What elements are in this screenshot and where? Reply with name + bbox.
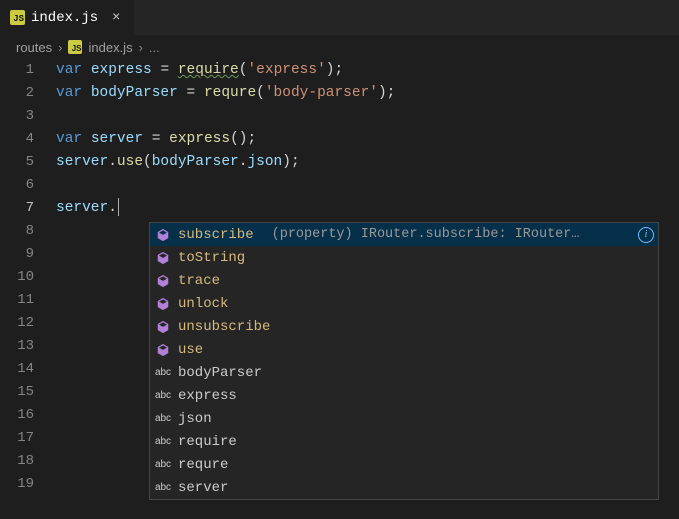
info-icon[interactable]: i (638, 227, 654, 243)
js-file-icon: JS (68, 40, 82, 54)
tab-bar: JS index.js × (0, 0, 679, 35)
chevron-right-icon: › (58, 40, 62, 55)
breadcrumb-item[interactable]: routes (16, 40, 52, 55)
suggest-detail: (property) IRouter.subscribe: IRouter… (272, 227, 632, 242)
method-icon (154, 249, 172, 267)
tab-label: index.js (31, 10, 98, 26)
suggest-item[interactable]: trace (150, 269, 658, 292)
suggest-item[interactable]: use (150, 338, 658, 361)
suggest-label: subscribe (178, 227, 254, 243)
breadcrumb[interactable]: routes › JS index.js › ... (0, 35, 679, 59)
suggest-item[interactable]: abc express (150, 384, 658, 407)
suggest-label: toString (178, 250, 245, 266)
suggest-item[interactable]: unlock (150, 292, 658, 315)
text-icon: abc (154, 479, 172, 497)
suggest-item[interactable]: abc require (150, 430, 658, 453)
suggest-item-selected[interactable]: subscribe (property) IRouter.subscribe: … (150, 223, 658, 246)
close-icon[interactable]: × (108, 10, 124, 26)
text-icon: abc (154, 456, 172, 474)
tab-index-js[interactable]: JS index.js × (0, 0, 135, 35)
suggest-label: server (178, 480, 228, 496)
text-icon: abc (154, 410, 172, 428)
suggest-item[interactable]: toString (150, 246, 658, 269)
text-icon: abc (154, 364, 172, 382)
line-numbers: 1 2 3 4 5 6 7 8 9 10 11 12 13 14 15 16 1… (0, 59, 56, 496)
method-icon (154, 295, 172, 313)
suggest-label: express (178, 388, 237, 404)
suggest-label: unlock (178, 296, 228, 312)
method-icon (154, 318, 172, 336)
suggest-label: json (178, 411, 212, 427)
suggest-label: trace (178, 273, 220, 289)
suggest-label: use (178, 342, 203, 358)
suggest-label: unsubscribe (178, 319, 270, 335)
text-icon: abc (154, 433, 172, 451)
suggest-item[interactable]: abc requre (150, 453, 658, 476)
suggest-item[interactable]: abcjson (150, 407, 658, 430)
chevron-right-icon: › (139, 40, 143, 55)
suggest-label: bodyParser (178, 365, 262, 381)
suggest-item[interactable]: unsubscribe (150, 315, 658, 338)
method-icon (154, 272, 172, 290)
breadcrumb-more[interactable]: ... (149, 40, 160, 55)
suggest-label: require (178, 434, 237, 450)
suggest-item[interactable]: abc bodyParser (150, 361, 658, 384)
code-editor[interactable]: 1 2 3 4 5 6 7 8 9 10 11 12 13 14 15 16 1… (0, 59, 679, 496)
method-icon (154, 341, 172, 359)
text-icon: abc (154, 387, 172, 405)
intellisense-popup[interactable]: subscribe (property) IRouter.subscribe: … (149, 222, 659, 500)
breadcrumb-item[interactable]: index.js (88, 40, 132, 55)
js-file-icon: JS (10, 10, 25, 25)
text-cursor (118, 198, 119, 216)
suggest-item[interactable]: abc server (150, 476, 658, 499)
method-icon (154, 226, 172, 244)
suggest-label: requre (178, 457, 228, 473)
